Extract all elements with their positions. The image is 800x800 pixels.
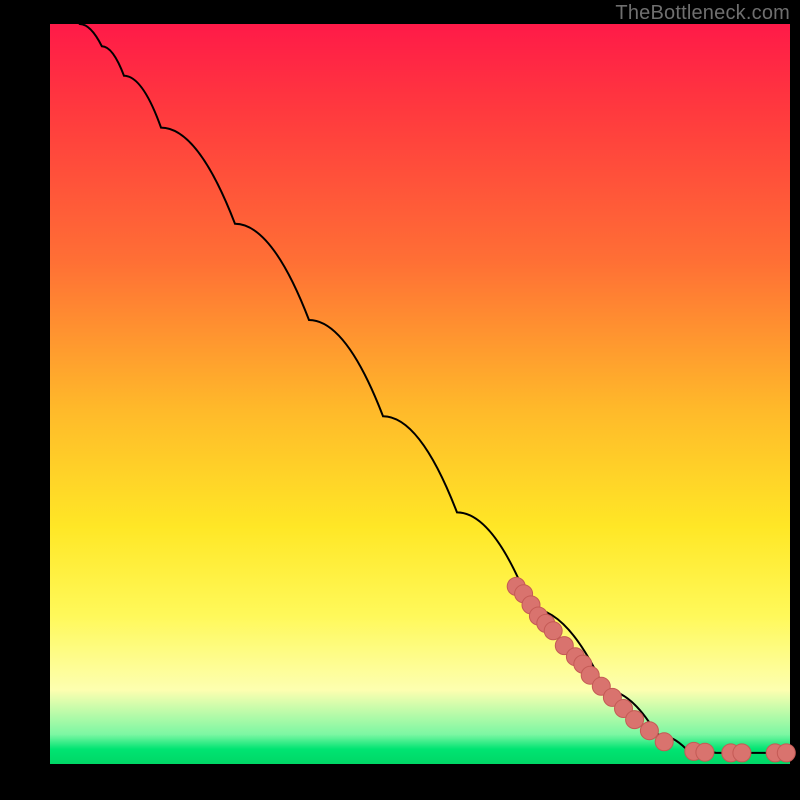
chart-frame: TheBottleneck.com [0, 0, 800, 800]
plot-area [50, 24, 790, 764]
bottleneck-curve [80, 24, 790, 753]
curve-marker [655, 733, 673, 751]
curve-marker [777, 744, 795, 762]
curve-marker [544, 622, 562, 640]
curve-marker [696, 743, 714, 761]
chart-svg [50, 24, 790, 764]
curve-marker [640, 722, 658, 740]
attribution-label: TheBottleneck.com [615, 2, 790, 25]
curve-markers [507, 577, 795, 762]
curve-marker [733, 744, 751, 762]
curve-marker [626, 711, 644, 729]
